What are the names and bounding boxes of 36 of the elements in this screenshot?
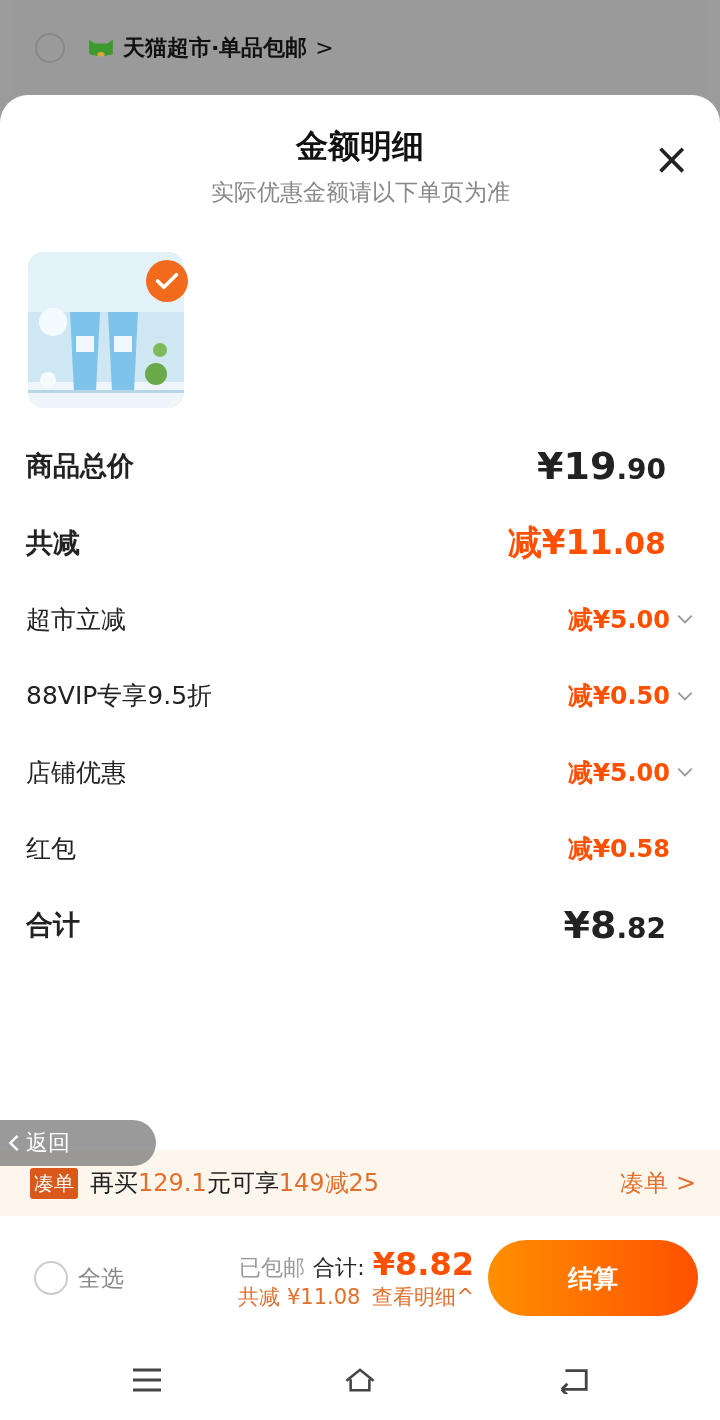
price-value: 减¥5.00	[567, 603, 670, 636]
row-label: 共减	[26, 525, 80, 560]
savings-note: 共减 ¥11.08	[238, 1284, 361, 1311]
total-label: 合计:	[313, 1254, 365, 1282]
price-value: 减¥5.00	[567, 756, 670, 789]
sheet-title: 金额明细	[296, 126, 424, 167]
chevron-icon: >	[315, 35, 334, 60]
row-label: 红包	[26, 833, 76, 866]
promo-tag: 凑单	[30, 1167, 78, 1199]
store-name[interactable]: 天猫超市·单品包邮	[123, 32, 308, 63]
add-items-link[interactable]: 凑单 >	[620, 1167, 696, 1199]
details-link[interactable]: 查看明细^	[372, 1283, 474, 1311]
total-price: ¥8.82	[372, 1245, 474, 1283]
price-value: ¥8.82	[563, 903, 666, 948]
row-label: 88VIP专享9.5折	[26, 680, 213, 713]
price-value: 减¥11.08	[507, 520, 666, 564]
select-all-label: 全选	[78, 1263, 124, 1293]
back-button[interactable]: 返回	[0, 1120, 156, 1166]
close-button[interactable]: ×	[647, 139, 696, 179]
shipping-note: 已包邮	[239, 1254, 306, 1282]
price-value: 减¥0.50	[567, 680, 670, 713]
row-label: 合计	[26, 908, 80, 943]
home-icon[interactable]	[343, 1366, 377, 1394]
select-all-radio[interactable]	[34, 1261, 68, 1295]
promo-text: 再买129.1元可享149减25	[90, 1168, 381, 1199]
cat-logo-icon	[87, 37, 115, 58]
chevron-down-icon[interactable]	[676, 613, 694, 626]
price-value: ¥19.90	[537, 444, 666, 489]
price-value: 减¥0.58	[567, 833, 670, 866]
row-label: 超市立减	[26, 603, 126, 636]
sheet-subtitle: 实际优惠金额请以下单页为准	[209, 178, 511, 207]
chevron-down-icon[interactable]	[676, 766, 694, 779]
row-label: 商品总价	[26, 449, 134, 484]
row-label: 店铺优惠	[26, 756, 126, 789]
chevron-down-icon[interactable]	[676, 689, 694, 702]
checkout-button[interactable]: 结算	[488, 1240, 698, 1316]
